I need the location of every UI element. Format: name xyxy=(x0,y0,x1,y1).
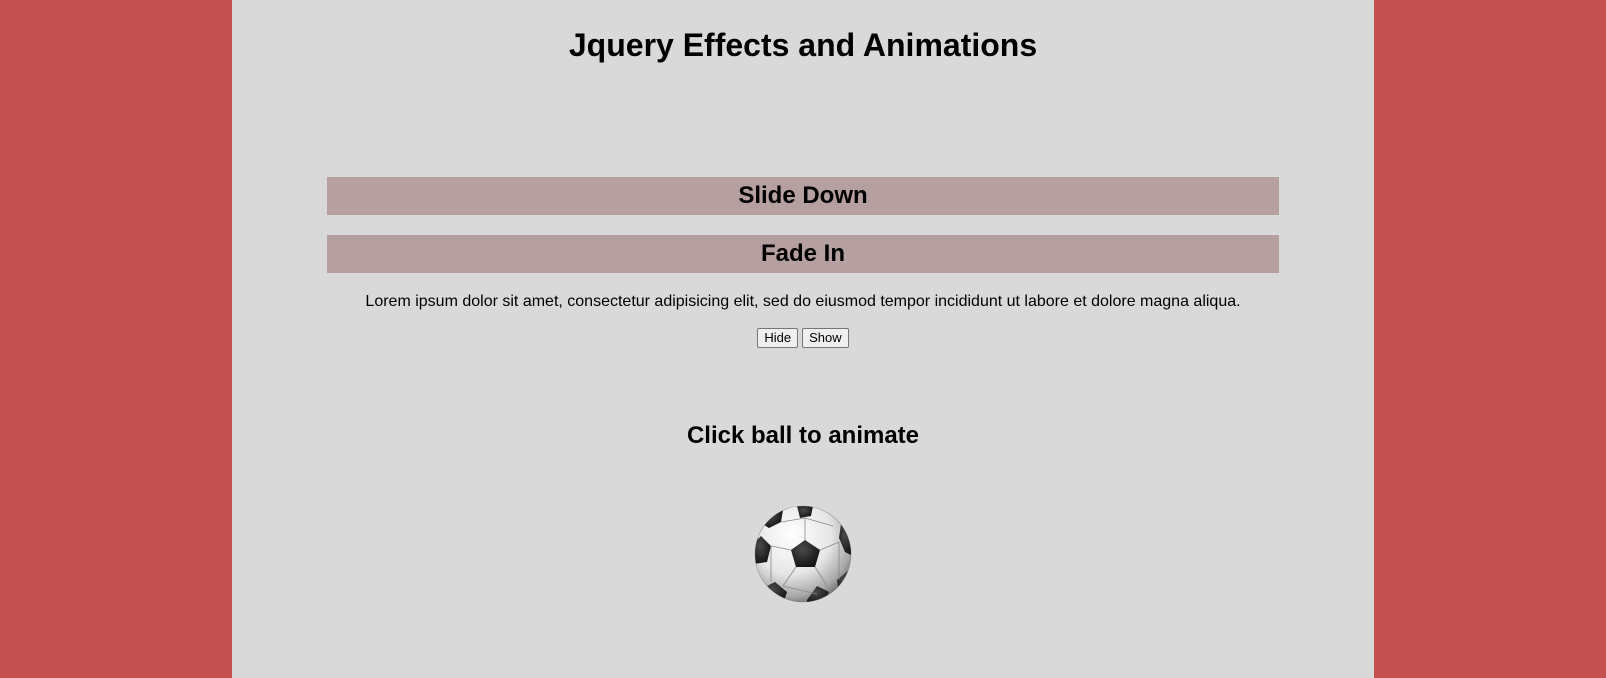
fade-in-bar[interactable]: Fade In xyxy=(327,235,1279,273)
content-panel: Jquery Effects and Animations Slide Down… xyxy=(232,0,1374,678)
soccer-ball-icon[interactable] xyxy=(753,504,853,604)
lorem-paragraph: Lorem ipsum dolor sit amet, consectetur … xyxy=(365,293,1241,310)
toggle-button-row: Hide Show xyxy=(232,328,1374,348)
show-button[interactable]: Show xyxy=(802,328,849,348)
hide-button[interactable]: Hide xyxy=(757,328,799,348)
slide-down-bar[interactable]: Slide Down xyxy=(327,177,1279,215)
page-title: Jquery Effects and Animations xyxy=(568,27,1038,63)
animate-heading: Click ball to animate xyxy=(686,422,920,449)
